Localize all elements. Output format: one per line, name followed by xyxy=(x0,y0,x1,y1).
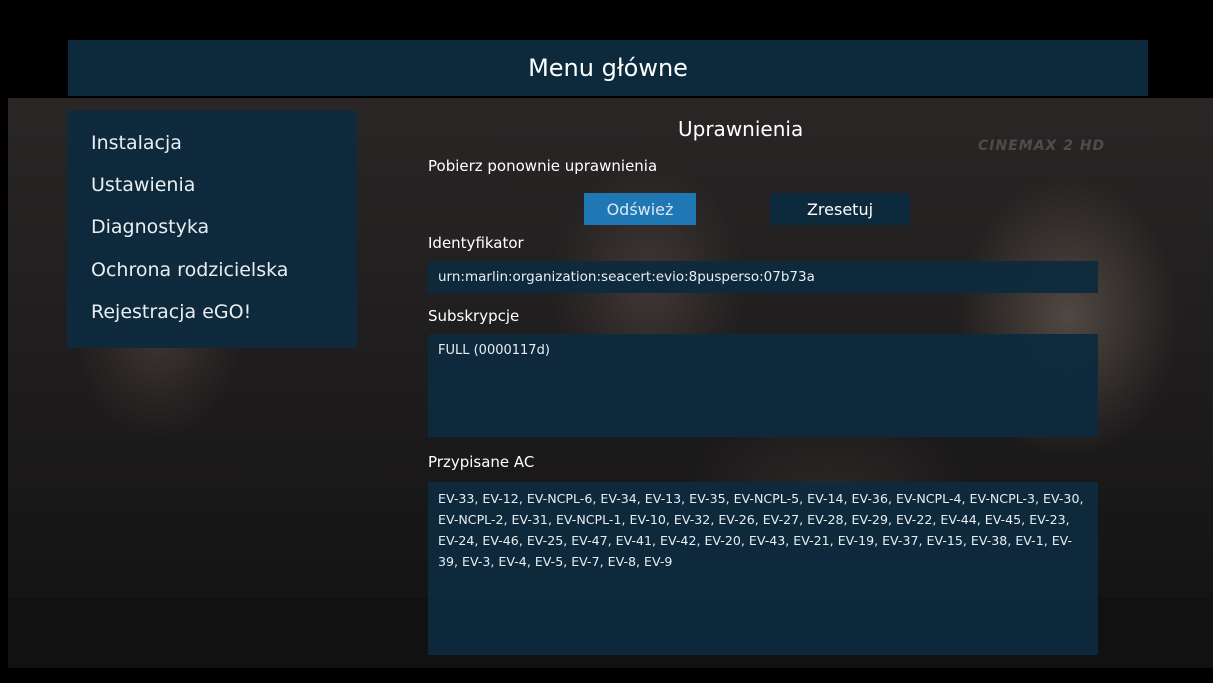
assigned-ac-value: EV-33, EV-12, EV-NCPL-6, EV-34, EV-13, E… xyxy=(438,491,1084,569)
subscriptions-value: FULL (0000117d) xyxy=(438,343,550,358)
identifier-field: urn:marlin:organization:seacert:evio:8pu… xyxy=(428,261,1098,293)
tv-screen: CINEMAX 2 HD Menu główne Instalacja Usta… xyxy=(0,0,1213,683)
assigned-ac-label: Przypisane AC xyxy=(428,453,535,471)
subscriptions-field: FULL (0000117d) xyxy=(428,334,1098,437)
menu-item-parental-control[interactable]: Ochrona rodzicielska xyxy=(91,259,288,281)
menu-item-ego-registration[interactable]: Rejestracja eGO! xyxy=(91,301,251,323)
panel-title: Uprawnienia xyxy=(678,117,804,141)
subscriptions-label: Subskrypcje xyxy=(428,307,520,325)
assigned-ac-field: EV-33, EV-12, EV-NCPL-6, EV-34, EV-13, E… xyxy=(428,482,1098,655)
reset-button[interactable]: Zresetuj xyxy=(770,193,910,225)
menu-item-installation[interactable]: Instalacja xyxy=(91,132,182,154)
refetch-label: Pobierz ponownie uprawnienia xyxy=(428,157,658,175)
page-title: Menu główne xyxy=(528,54,688,82)
identifier-label: Identyfikator xyxy=(428,234,524,252)
identifier-value: urn:marlin:organization:seacert:evio:8pu… xyxy=(438,269,815,285)
side-menu: Instalacja Ustawienia Diagnostyka Ochron… xyxy=(67,110,357,348)
menu-item-settings[interactable]: Ustawienia xyxy=(91,174,195,196)
channel-logo: CINEMAX 2 HD xyxy=(978,138,1106,154)
refresh-button[interactable]: Odśwież xyxy=(584,193,696,225)
title-bar: Menu główne xyxy=(68,40,1148,96)
menu-item-diagnostics[interactable]: Diagnostyka xyxy=(91,216,209,238)
